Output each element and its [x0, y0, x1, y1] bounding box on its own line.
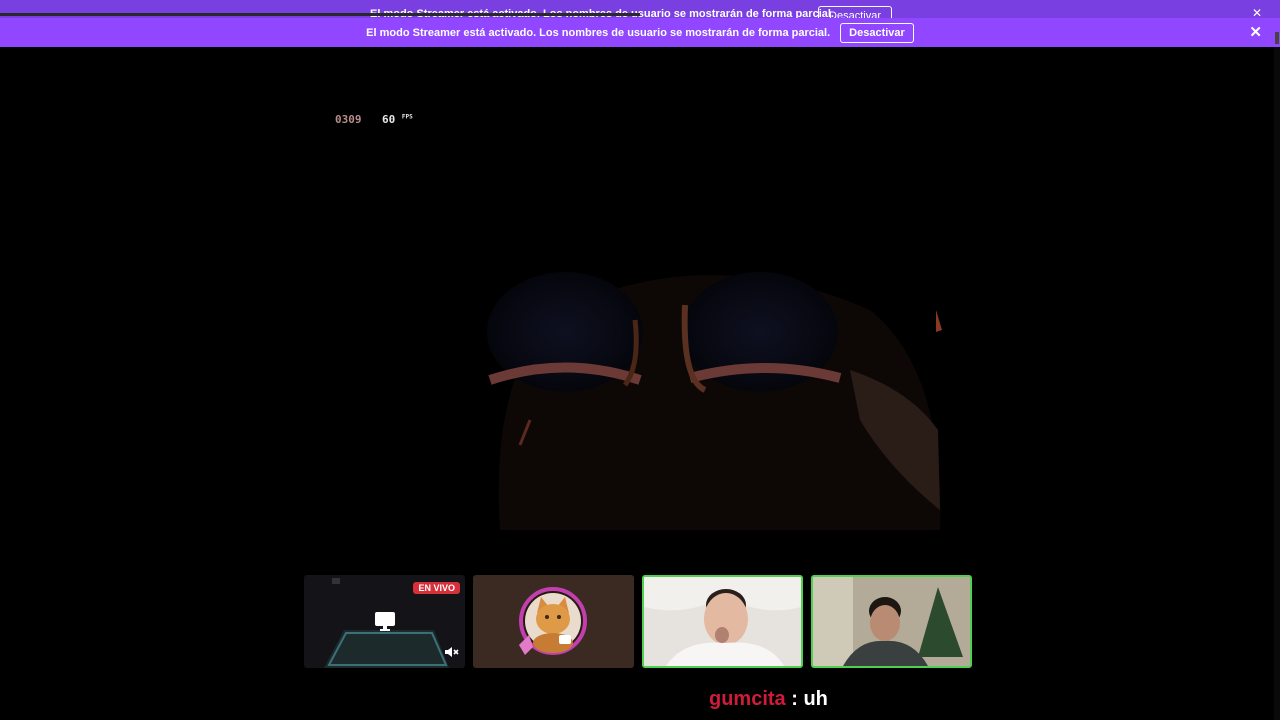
ghost-banner: El modo Streamer está activado. Los nomb… — [0, 0, 1280, 18]
ear-edge — [936, 310, 942, 332]
fps-unit: FPS — [401, 113, 413, 121]
close-icon: ✕ — [1252, 6, 1263, 18]
deactivate-button[interactable]: Desactivar — [840, 22, 914, 43]
fps-counter: 60 FPS — [382, 113, 413, 126]
ghost-deactivate-button: Desactivar — [818, 6, 892, 18]
banner-text: El modo Streamer está activado. Los nomb… — [366, 26, 831, 39]
camera-tile[interactable] — [642, 575, 803, 668]
avatar-tile[interactable] — [473, 575, 634, 668]
scrollbar-thumb[interactable] — [1275, 32, 1279, 44]
game-scene — [487, 272, 942, 530]
chat-username: gumcita — [709, 688, 786, 710]
scrollbar[interactable] — [1274, 47, 1280, 720]
screen-share-tile[interactable]: EN VIVO — [304, 575, 465, 668]
chat-separator: : — [785, 688, 804, 710]
speaker-muted-icon[interactable] — [443, 644, 459, 660]
live-badge: EN VIVO — [413, 582, 460, 594]
progress-bar — [0, 13, 640, 16]
cat-avatar — [519, 587, 587, 655]
monitor-icon — [375, 612, 395, 631]
streamer-mode-banner: El modo Streamer está activado. Los nomb… — [0, 18, 1280, 47]
camera-tile[interactable] — [811, 575, 972, 668]
game-clock: 0309 — [335, 113, 362, 126]
close-icon[interactable]: ✕ — [1249, 23, 1262, 41]
chat-text: uh — [803, 688, 828, 710]
camera-feed — [813, 577, 970, 666]
fps-value: 60 — [382, 113, 396, 126]
participants-strip: EN VIVO — [304, 575, 974, 669]
camera-feed — [644, 577, 801, 666]
chat-message: gumcita : uh — [709, 688, 828, 711]
